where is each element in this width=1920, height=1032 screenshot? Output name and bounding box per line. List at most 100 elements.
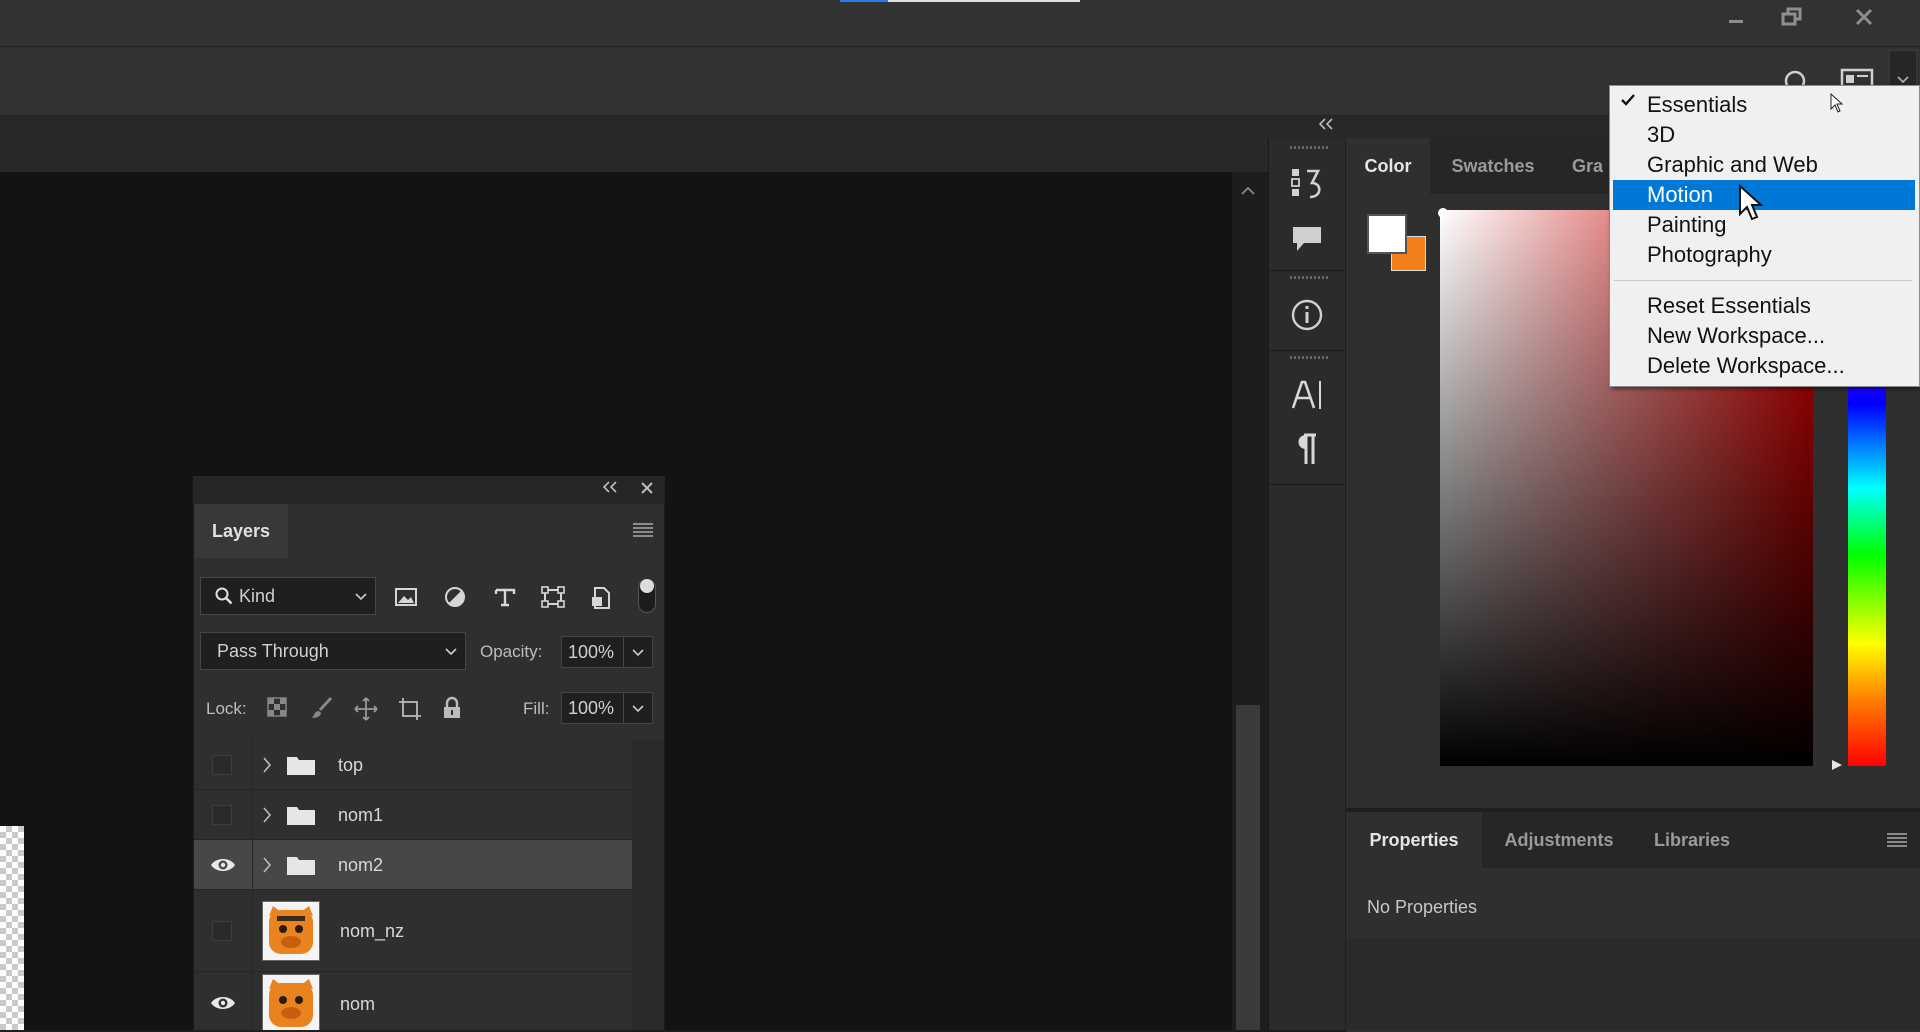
layer-name: top: [338, 755, 364, 775]
layer-filter-kind-dropdown[interactable]: Kind: [200, 577, 376, 615]
filter-pixel-icon[interactable]: [394, 586, 418, 608]
fill-value[interactable]: 100%: [568, 698, 614, 719]
menu-item-painting[interactable]: Painting: [1613, 210, 1915, 240]
tab-libraries[interactable]: Libraries: [1636, 812, 1748, 868]
layer-list: top nom1 nom2 nom_nz nom: [194, 740, 632, 1030]
blend-mode-dropdown[interactable]: Pass Through: [200, 632, 466, 670]
restore-icon: [1781, 7, 1802, 26]
chevron-down-icon[interactable]: [632, 702, 644, 714]
layer-list-scrollbar[interactable]: [632, 740, 664, 1030]
layer-thumbnail: [262, 901, 320, 961]
pig-face-icon: [269, 979, 313, 1027]
layer-name: nom_nz: [340, 921, 405, 941]
color-picker-marker[interactable]: [1438, 208, 1448, 218]
comment-icon[interactable]: [1290, 224, 1324, 254]
scroll-up-icon[interactable]: [1240, 186, 1256, 196]
layer-name: nom1: [338, 805, 384, 825]
filter-type-icon[interactable]: [494, 586, 516, 608]
tab-gradients[interactable]: Gra: [1556, 138, 1610, 194]
menu-item-delete-workspace[interactable]: Delete Workspace...: [1613, 351, 1915, 381]
checkmark-icon: [1620, 92, 1636, 108]
hue-slider-handle[interactable]: [1830, 758, 1844, 772]
menu-item-photography[interactable]: Photography: [1613, 240, 1915, 270]
tab-adjustments[interactable]: Adjustments: [1484, 812, 1634, 868]
workspace-switcher-button[interactable]: [1889, 50, 1917, 88]
layer-thumbnail: [262, 974, 320, 1030]
eye-icon[interactable]: [210, 994, 236, 1012]
collapse-panel-icon[interactable]: [602, 481, 618, 493]
divider: [1268, 270, 1344, 271]
layer-row-top[interactable]: top: [194, 740, 632, 790]
grip-handle[interactable]: [1290, 146, 1328, 149]
opacity-value[interactable]: 100%: [568, 642, 614, 663]
menu-item-motion[interactable]: Motion: [1613, 180, 1915, 210]
lock-all-icon[interactable]: [441, 696, 463, 720]
layer-row-nom[interactable]: nom: [194, 972, 632, 1030]
close-window-button[interactable]: [1836, 0, 1892, 34]
close-panel-icon[interactable]: [640, 481, 654, 495]
foreground-color-swatch[interactable]: [1367, 214, 1407, 254]
lock-artboard-icon[interactable]: [397, 696, 423, 722]
layer-row-nom1[interactable]: nom1: [194, 790, 632, 840]
scrollbar-thumb[interactable]: [1236, 705, 1260, 1030]
filter-shape-icon[interactable]: [541, 586, 565, 608]
opacity-field[interactable]: 100%: [561, 636, 653, 668]
title-indicator-accent: [840, 0, 888, 2]
divider: [252, 790, 253, 839]
chevron-right-icon[interactable]: [262, 857, 272, 873]
chevron-down-icon[interactable]: [632, 646, 644, 658]
layer-row-nom-nz[interactable]: nom_nz: [194, 890, 632, 972]
character-icon[interactable]: [1290, 378, 1324, 412]
filter-toggle-knob: [640, 579, 654, 593]
menu-separator: [1614, 280, 1912, 281]
search-icon: [215, 587, 233, 605]
lock-image-pixels-icon[interactable]: [310, 696, 334, 720]
kind-label: Kind: [239, 585, 276, 606]
grip-handle[interactable]: [1290, 356, 1328, 359]
document-tab-bar: [0, 116, 1268, 172]
lock-position-icon[interactable]: [353, 696, 379, 722]
history-icon[interactable]: [1290, 165, 1324, 201]
menu-item-essentials[interactable]: Essentials: [1613, 90, 1915, 120]
visibility-toggle[interactable]: [212, 921, 232, 941]
layer-row-nom2[interactable]: nom2: [194, 840, 632, 890]
chevron-right-icon[interactable]: [262, 757, 272, 773]
layer-name: nom2: [338, 855, 384, 875]
tab-color[interactable]: Color: [1346, 138, 1430, 194]
info-icon[interactable]: [1290, 298, 1324, 332]
chevron-right-icon[interactable]: [262, 807, 272, 823]
chevron-down-icon: [445, 648, 457, 656]
filter-smart-object-icon[interactable]: [590, 586, 612, 610]
menu-item-reset-essentials[interactable]: Reset Essentials: [1613, 291, 1915, 321]
tab-properties[interactable]: Properties: [1346, 812, 1482, 868]
visibility-toggle[interactable]: [212, 755, 232, 775]
lock-transparent-pixels-icon[interactable]: [266, 696, 288, 718]
menu-item-new-workspace[interactable]: New Workspace...: [1613, 321, 1915, 351]
panel-menu-icon[interactable]: [632, 522, 654, 538]
panel-menu-icon[interactable]: [1886, 832, 1908, 848]
chevron-down-icon: [1897, 76, 1909, 84]
restore-button[interactable]: [1764, 0, 1820, 34]
panel-icon-strip: [1268, 138, 1345, 1030]
layers-panel-header[interactable]: [193, 476, 665, 504]
folder-icon: [287, 857, 315, 875]
paragraph-icon[interactable]: [1290, 432, 1324, 466]
chevron-down-icon: [355, 593, 367, 601]
folder-icon: [287, 807, 315, 825]
visibility-toggle[interactable]: [212, 805, 232, 825]
tab-swatches[interactable]: Swatches: [1432, 138, 1554, 194]
collapse-dock-icon[interactable]: [1318, 118, 1334, 130]
minimize-button[interactable]: [1708, 0, 1764, 34]
divider: [1268, 350, 1344, 351]
divider: [1268, 484, 1344, 485]
tab-layers[interactable]: Layers: [194, 504, 288, 558]
mouse-cursor-icon: [1830, 93, 1844, 113]
mouse-cursor-icon: [1738, 184, 1764, 222]
eye-icon[interactable]: [210, 856, 236, 874]
fill-field[interactable]: 100%: [561, 692, 653, 724]
grip-handle[interactable]: [1290, 276, 1328, 279]
menu-item-3d[interactable]: 3D: [1613, 120, 1915, 150]
filter-adjustment-icon[interactable]: [444, 586, 466, 608]
divider: [252, 840, 253, 889]
menu-item-graphic-and-web[interactable]: Graphic and Web: [1613, 150, 1915, 180]
